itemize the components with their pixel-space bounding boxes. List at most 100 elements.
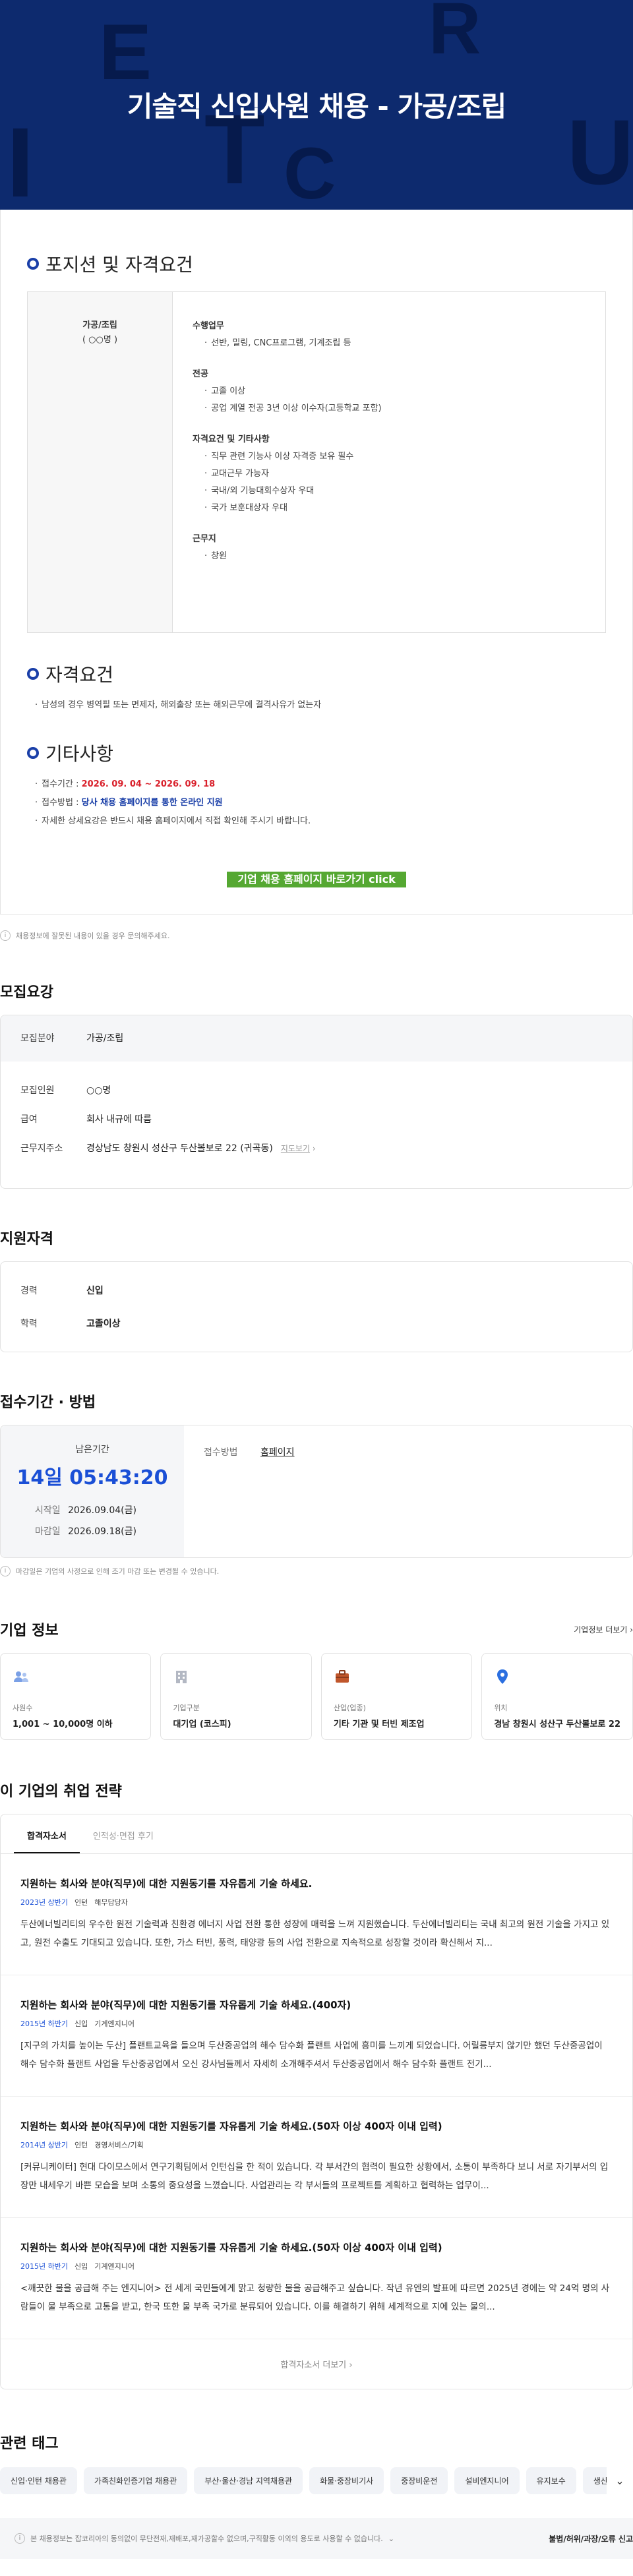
- tag-list: 신입·인턴 채용관 가족친화인증기업 채용관 부산·울산·경남 지역채용관 화물…: [0, 2467, 607, 2494]
- row-key: 학력: [20, 1319, 38, 1329]
- card-label: 위치: [494, 1704, 508, 1712]
- bottom-spacer: [0, 2559, 633, 2576]
- bullet-ring-icon: [27, 258, 39, 270]
- article-question: 지원하는 회사와 분야(직무)에 대한 지원동기를 자유롭게 기술 하세요.: [20, 1878, 313, 1890]
- method-link[interactable]: 홈페이지: [260, 1445, 295, 1538]
- list-item: 교대근무 가능자: [193, 465, 586, 483]
- period-line: 접수기간 : 2026. 09. 04 ~ 2026. 09. 18: [27, 775, 606, 794]
- building-icon: [176, 1671, 187, 1683]
- article-item[interactable]: 지원하는 회사와 분야(직무)에 대한 지원동기를 자유롭게 기술 하세요.(5…: [1, 2218, 632, 2339]
- tab-cover-letter[interactable]: 합격자소서: [14, 1814, 80, 1853]
- company-more-link[interactable]: 기업정보 더보기 ›: [574, 1624, 633, 1635]
- info-icon: i: [0, 930, 11, 941]
- report-link[interactable]: 불법/허위/과장/오류 신고: [549, 2533, 633, 2544]
- remain-label: 남은기간: [75, 1445, 109, 1455]
- support-box: 경력 신입 학력 고졸이상: [0, 1261, 633, 1352]
- support-heading: 지원자격: [0, 1231, 53, 1247]
- recruit-head-row: 모집분야 가공/조립: [1, 1015, 632, 1062]
- company-card: 사원수 1,001 ~ 10,000명 이하: [0, 1653, 152, 1740]
- list-item: 직무 관련 기능사 이상 자격증 보유 필수: [193, 448, 586, 465]
- deadline-notice: i 마감일은 기업의 사정으로 인해 조기 마감 또는 변경될 수 있습니다.: [0, 1566, 633, 1576]
- card-label: 산업(업종): [333, 1704, 366, 1712]
- row-value: 회사 내규에 따름: [86, 1114, 152, 1125]
- tag-item[interactable]: 생산기술: [582, 2467, 607, 2494]
- support-row: 학력 고졸이상: [20, 1317, 613, 1331]
- recruit-box: 모집분야 가공/조립 모집인원 ○○명 급여 회사 내규에 따름 근무지주소 경상남도 …: [0, 1015, 633, 1189]
- article-item[interactable]: 지원하는 회사와 분야(직무)에 대한 지원동기를 자유롭게 기술 하세요.(5…: [1, 2097, 632, 2218]
- group-title: 근무지: [193, 534, 216, 544]
- etc-heading: 기타사항: [45, 743, 114, 765]
- tag-item[interactable]: 유지보수: [526, 2467, 576, 2494]
- start-date-row: 시작일 2026.09.04(금): [35, 1505, 136, 1516]
- method-panel: 접수방법 홈페이지: [184, 1425, 632, 1557]
- article-item[interactable]: 지원하는 회사와 분야(직무)에 대한 지원동기를 자유롭게 기술 하세요.(4…: [1, 1975, 632, 2097]
- row-value: ○○명: [86, 1085, 111, 1096]
- row-key: 모집분야: [20, 1033, 55, 1044]
- card-value: 1,001 ~ 10,000명 이하: [13, 1720, 113, 1729]
- article-item[interactable]: 지원하는 회사와 분야(직무)에 대한 지원동기를 자유롭게 기술 하세요. 2…: [1, 1854, 632, 1975]
- row-value: 고졸이상: [86, 1319, 121, 1329]
- position-detail-cell: 수행업무 선반, 밀링, CNC프로그램, 기계조립 등 전공 고졸 이상 공업…: [173, 292, 605, 632]
- tag-item[interactable]: 화물·중장비기사: [309, 2467, 384, 2494]
- strategy-more-link[interactable]: 합격자소서 더보기 ›: [1, 2339, 632, 2389]
- row-value: 경상남도 창원시 성산구 두산볼보로 22 (귀곡동): [86, 1143, 273, 1154]
- hero-deco-letter: R: [429, 0, 481, 69]
- support-row: 경력 신입: [20, 1284, 613, 1298]
- method-label: 접수방법: [204, 1447, 238, 1458]
- tags-row: 신입·인턴 채용관 가족친화인증기업 채용관 부산·울산·경남 지역채용관 화물…: [0, 2467, 633, 2494]
- map-link[interactable]: 지도보기 ›: [281, 1142, 316, 1155]
- article-question: 지원하는 회사와 분야(직무)에 대한 지원동기를 자유롭게 기술 하세요.(5…: [20, 2120, 442, 2132]
- row-key: 모집인원: [20, 1085, 55, 1096]
- company-heading: 기업 정보: [0, 1623, 59, 1639]
- period-value: 2026. 09. 04 ~ 2026. 09. 18: [81, 779, 216, 789]
- tag-item[interactable]: 부산·울산·경남 지역채용관: [194, 2467, 303, 2494]
- company-homepage-button[interactable]: 기업 채용 홈페이지 바로가기 click: [227, 872, 406, 887]
- tag-item[interactable]: 중장비운전: [390, 2467, 448, 2494]
- row-value: 신입: [86, 1286, 104, 1296]
- tag-item[interactable]: 설비엔지니어: [454, 2467, 520, 2494]
- info-icon: i: [15, 2533, 25, 2544]
- end-date-row: 마감일 2026.09.18(금): [35, 1526, 136, 1537]
- row-key: 근무지주소: [20, 1143, 63, 1154]
- footer-bar: i 본 채용정보는 잡코리아의 동의없이 무단전재,재배포,재가공할수 없으며,…: [0, 2518, 633, 2559]
- row-key: 경력: [20, 1286, 38, 1296]
- group-title: 자격요건 및 기타사항: [193, 434, 270, 444]
- method-value: 당사 채용 홈페이지를 통한 온라인 지원: [81, 798, 223, 808]
- recruit-row: 근무지주소 경상남도 창원시 성산구 두산볼보로 22 (귀곡동) 지도보기 ›: [20, 1142, 613, 1155]
- deadline-box: 남은기간 14일 05:43:20 시작일 2026.09.04(금) 마감일 20…: [0, 1425, 633, 1558]
- method-label: 접수방법 :: [42, 798, 82, 808]
- hero-title: 기술직 신입사원 채용 - 가공/조립: [127, 90, 507, 123]
- position-table: 가공/조립 ( ○○명 ) 수행업무 선반, 밀링, CNC프로그램, 기계조립…: [27, 291, 606, 633]
- strategy-tabs: 합격자소서 인적성·면접 후기: [1, 1814, 632, 1854]
- list-item: 공업 계열 전공 3년 이상 이수자(고등학교 포함): [193, 400, 586, 417]
- briefcase-icon: [335, 1670, 349, 1683]
- deadline-notice-text: 마감일은 기업의 사정으로 인해 조기 마감 또는 변경될 수 있습니다.: [16, 1567, 220, 1576]
- tab-interview-review[interactable]: 인적성·면접 후기: [80, 1814, 167, 1853]
- tag-item[interactable]: 가족친화인증기업 채용관: [83, 2467, 188, 2494]
- footer-text: 본 채용정보는 잡코리아의 동의없이 무단전재,재배포,재가공할수 없으며,구직…: [30, 2534, 383, 2543]
- chevron-down-icon[interactable]: ⌄: [607, 2474, 633, 2487]
- hero-banner: E R C U I T 기술직 신입사원 채용 - 가공/조립: [0, 0, 633, 210]
- people-icon: [14, 1671, 28, 1682]
- strategy-heading: 이 기업의 취업 전략: [0, 1783, 122, 1800]
- article-body: <깨끗한 물을 공급해 주는 엔지니어> 전 세계 국민들에게 맑고 청량한 물…: [20, 2283, 610, 2312]
- card-value: 기타 기관 및 터빈 제조업: [333, 1720, 425, 1729]
- list-item: 고졸 이상: [193, 383, 586, 400]
- recruit-row: 급여 회사 내규에 따름: [20, 1113, 613, 1126]
- company-card: 산업(업종) 기타 기관 및 터빈 제조업: [320, 1653, 473, 1740]
- report-notice[interactable]: i 채용정보에 잘못된 내용이 있을 경우 문의해주세요.: [0, 930, 633, 941]
- tags-heading: 관련 태그: [0, 2436, 59, 2452]
- position-name: 가공/조립: [82, 320, 117, 330]
- tag-item[interactable]: 신입·인턴 채용관: [0, 2467, 77, 2494]
- recruit-row: 모집인원 ○○명: [20, 1084, 613, 1097]
- article-meta: 2015년 하반기 신입 기계엔지니어: [20, 2020, 135, 2028]
- group-title: 수행업무: [193, 321, 224, 331]
- list-item: 국내/외 기능대회수상자 우대: [193, 483, 586, 500]
- company-card: 기업구분 대기업 (코스피): [160, 1653, 312, 1740]
- article-question: 지원하는 회사와 분야(직무)에 대한 지원동기를 자유롭게 기술 하세요.(4…: [20, 1999, 351, 2011]
- article-meta: 2014년 상반기 인턴 경영서비스/기획: [20, 2141, 144, 2149]
- section-title: 자격요건: [27, 661, 606, 687]
- bullet-ring-icon: [27, 668, 39, 680]
- company-cards: 사원수 1,001 ~ 10,000명 이하 기업구분 대기업 (코스피) 산업…: [0, 1653, 633, 1740]
- footer-notice[interactable]: i 본 채용정보는 잡코리아의 동의없이 무단전재,재배포,재가공할수 없으며,…: [15, 2533, 394, 2544]
